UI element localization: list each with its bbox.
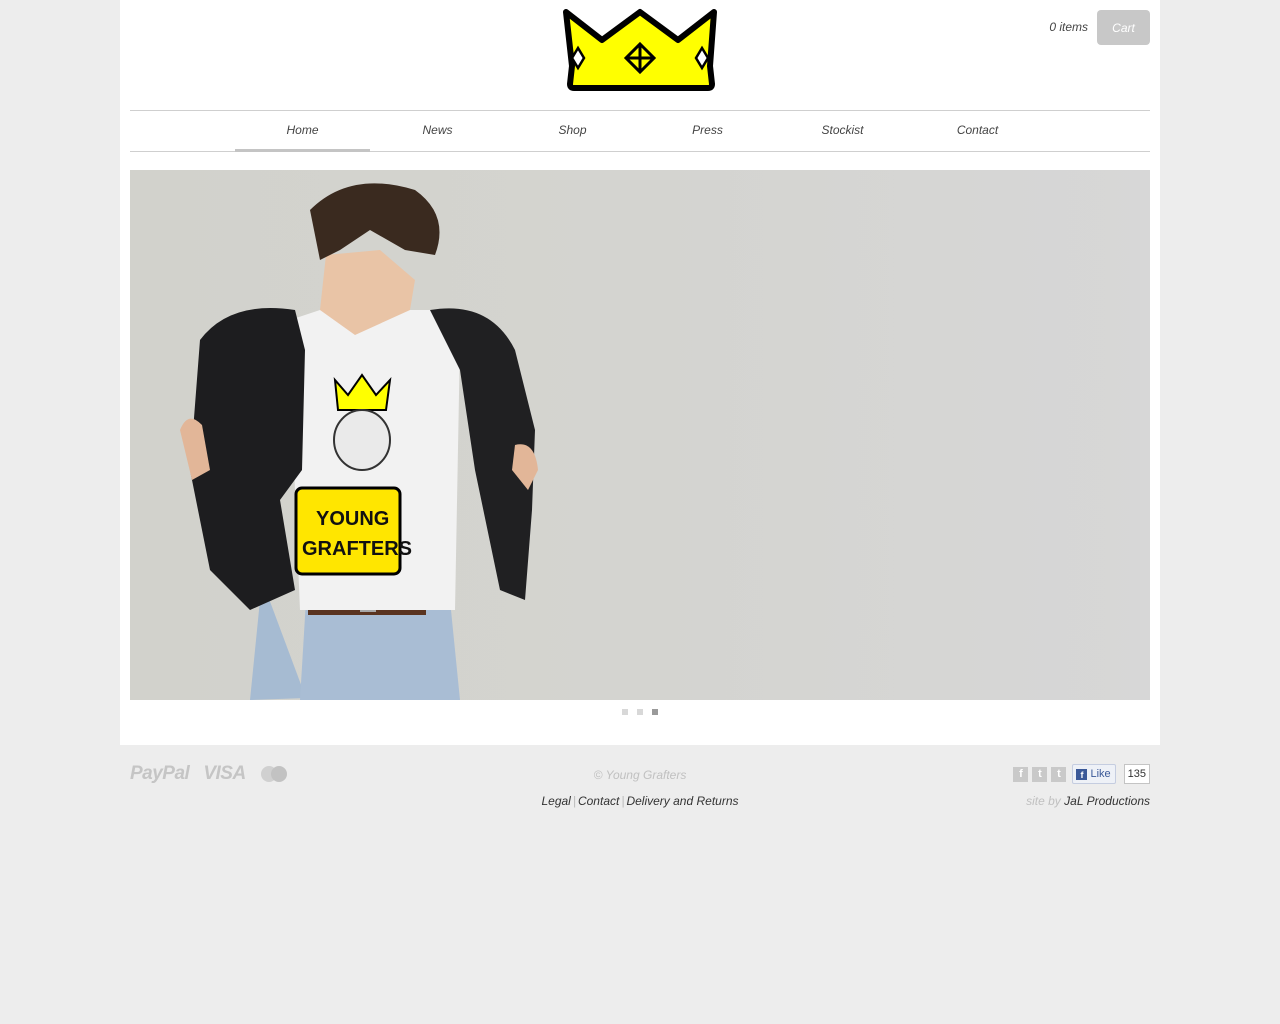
legal-link[interactable]: Legal xyxy=(541,794,570,808)
shirt-text-1: YOUNG xyxy=(316,508,389,530)
social-links: f t t f Like 135 xyxy=(1013,764,1150,784)
slider-dot-3[interactable] xyxy=(652,709,658,715)
page-container: 0 items Cart Home News Shop Press Stocki… xyxy=(120,0,1160,745)
slider-dots xyxy=(622,709,658,715)
site-credit-link[interactable]: JaL Productions xyxy=(1064,794,1150,808)
crown-logo[interactable] xyxy=(562,8,718,92)
slider-dot-1[interactable] xyxy=(622,709,628,715)
main-nav: Home News Shop Press Stockist Contact xyxy=(130,110,1150,152)
tumblr-icon[interactable]: t xyxy=(1051,766,1067,782)
footer-links: Legal | Contact | Delivery and Returns xyxy=(120,794,1160,808)
contact-link[interactable]: Contact xyxy=(578,794,619,808)
separator: | xyxy=(572,794,576,808)
cart-button[interactable]: Cart xyxy=(1097,10,1150,45)
shirt-text-2: GRAFTERS xyxy=(302,538,412,560)
separator: | xyxy=(621,794,625,808)
nav-item-stockist[interactable]: Stockist xyxy=(775,111,910,151)
cart-item-count: 0 items xyxy=(1049,20,1088,34)
nav-item-contact[interactable]: Contact xyxy=(910,111,1045,151)
hero-slider[interactable]: YOUNG GRAFTERS xyxy=(130,170,1150,700)
hero-image: YOUNG GRAFTERS xyxy=(180,183,538,700)
site-credit-prefix: site by xyxy=(1026,794,1061,808)
twitter-icon[interactable]: t xyxy=(1032,766,1048,782)
facebook-like-button[interactable]: f Like xyxy=(1072,764,1116,784)
facebook-small-icon: f xyxy=(1076,768,1088,780)
delivery-returns-link[interactable]: Delivery and Returns xyxy=(626,794,738,808)
slider-dot-2[interactable] xyxy=(637,709,643,715)
like-count: 135 xyxy=(1123,764,1150,784)
nav-item-press[interactable]: Press xyxy=(640,111,775,151)
nav-item-news[interactable]: News xyxy=(370,111,505,151)
nav-item-home[interactable]: Home xyxy=(235,111,370,152)
copyright-text: © Young Grafters xyxy=(593,768,687,782)
like-label: Like xyxy=(1090,768,1111,780)
nav-item-shop[interactable]: Shop xyxy=(505,111,640,151)
site-credit: site by JaL Productions xyxy=(1026,794,1150,808)
footer: PayPal VISA © Young Grafters Legal | Conta… xyxy=(120,745,1160,825)
facebook-icon[interactable]: f xyxy=(1013,766,1029,782)
